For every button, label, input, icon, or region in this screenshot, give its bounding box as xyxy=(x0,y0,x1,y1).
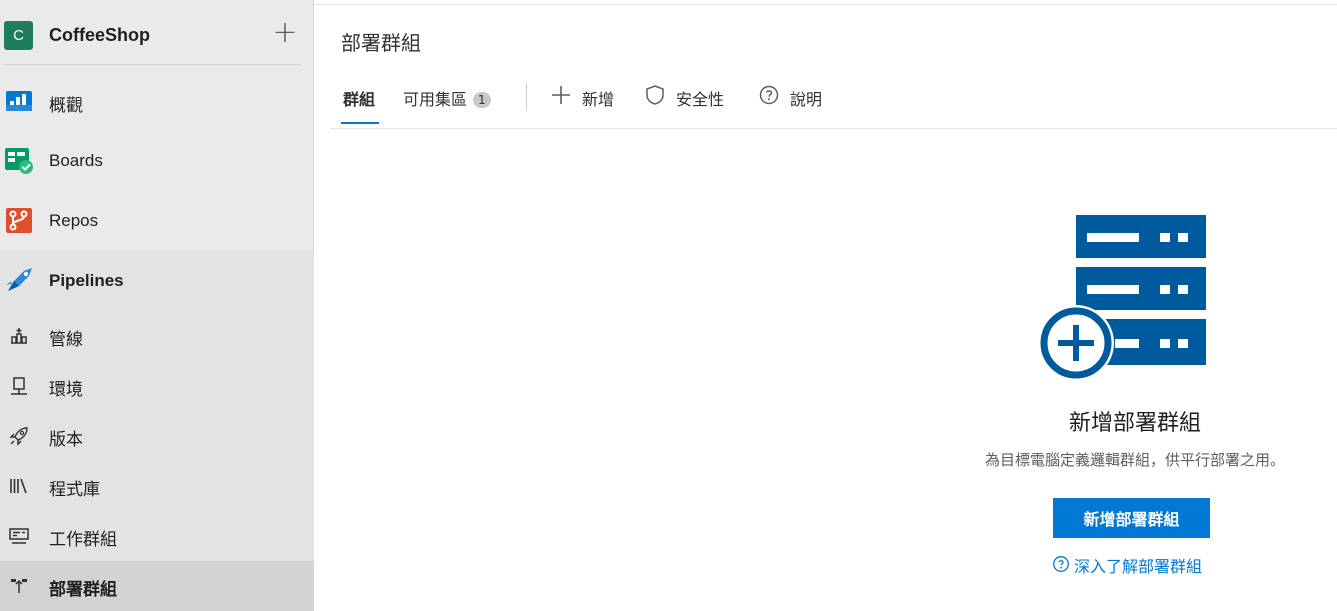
project-header[interactable]: C CoffeeShop + xyxy=(0,5,314,65)
sub-item-label: 部署群組 xyxy=(49,580,117,600)
help-icon xyxy=(1053,556,1069,572)
page-title: 部署群組 xyxy=(341,31,421,55)
main-content: 部署群組 群組 可用集區 1 新增 安全性 說明 新增部署群組 為目標電腦定義邏… xyxy=(315,5,1337,606)
divider xyxy=(4,64,301,65)
pipelines-group: Pipelines 管線 環境 版本 程式庫 工作群組 部署群組 xyxy=(0,251,314,611)
learn-more-link[interactable]: 深入了解部署群組 xyxy=(1052,553,1202,577)
sub-item-releases[interactable]: 版本 xyxy=(0,411,314,461)
project-avatar: C xyxy=(4,21,33,50)
nav-item-label: Pipelines xyxy=(49,271,124,290)
deployment-group-icon xyxy=(11,579,27,593)
help-button[interactable]: 說明 xyxy=(758,85,822,110)
boards-icon xyxy=(5,148,33,174)
overview-icon xyxy=(6,91,32,111)
sub-item-label: 工作群組 xyxy=(49,530,117,550)
tab-bar: 群組 可用集區 1 新增 安全性 說明 xyxy=(330,72,1337,129)
sub-item-task-groups[interactable]: 工作群組 xyxy=(0,511,314,561)
empty-state-title: 新增部署群組 xyxy=(1068,411,1201,436)
shield-icon xyxy=(646,85,664,105)
nav-item-pipelines[interactable]: Pipelines xyxy=(0,251,314,311)
sub-item-library[interactable]: 程式庫 xyxy=(0,461,314,511)
empty-state-description: 為目標電腦定義邏輯群組，供平行部署之用。 xyxy=(984,451,1285,469)
library-icon xyxy=(10,478,27,494)
sub-item-label: 程式庫 xyxy=(49,480,100,500)
tab-available-pools[interactable]: 可用集區 1 xyxy=(403,86,491,110)
new-button[interactable]: 新增 xyxy=(550,86,614,110)
repos-icon xyxy=(6,208,32,233)
nav-item-label: 概觀 xyxy=(49,96,83,115)
sub-item-pipelines[interactable]: 管線 xyxy=(0,311,314,361)
pipeline-icon xyxy=(11,328,27,344)
pipelines-icon xyxy=(6,268,32,291)
sub-item-label: 環境 xyxy=(49,380,83,400)
project-name[interactable]: CoffeeShop xyxy=(49,25,150,46)
tab-label: 群組 xyxy=(343,90,376,109)
nav-item-label: Repos xyxy=(49,211,99,230)
sub-item-deployment-groups[interactable]: 部署群組 xyxy=(0,561,314,611)
sub-item-label: 管線 xyxy=(49,330,83,350)
nav-item-repos[interactable]: Repos xyxy=(0,191,314,251)
sub-item-label: 版本 xyxy=(49,430,83,450)
sub-item-environments[interactable]: 環境 xyxy=(0,361,314,411)
count-badge: 1 xyxy=(473,92,491,108)
learn-more-label: 深入了解部署群組 xyxy=(1074,557,1203,576)
security-button[interactable]: 安全性 xyxy=(644,85,724,110)
active-tab-indicator xyxy=(341,122,379,124)
add-deployment-group-button[interactable]: 新增部署群組 xyxy=(1053,498,1210,538)
nav-item-label: Boards xyxy=(49,151,103,170)
plus-icon xyxy=(552,86,570,104)
tab-groups[interactable]: 群組 xyxy=(343,86,375,110)
sidebar: C CoffeeShop + 概觀 Boards Repos Pipelines… xyxy=(0,0,314,611)
add-project-button[interactable]: + xyxy=(271,18,299,48)
nav-item-boards[interactable]: Boards xyxy=(0,131,314,191)
tab-label: 可用集區 xyxy=(403,90,468,109)
rocket-icon xyxy=(9,427,28,446)
divider xyxy=(526,83,527,111)
nav-item-overview[interactable]: 概觀 xyxy=(0,71,314,131)
task-group-icon xyxy=(9,528,29,544)
help-icon xyxy=(759,85,779,105)
server-add-illustration-icon xyxy=(1040,215,1206,381)
environment-icon xyxy=(11,377,27,395)
